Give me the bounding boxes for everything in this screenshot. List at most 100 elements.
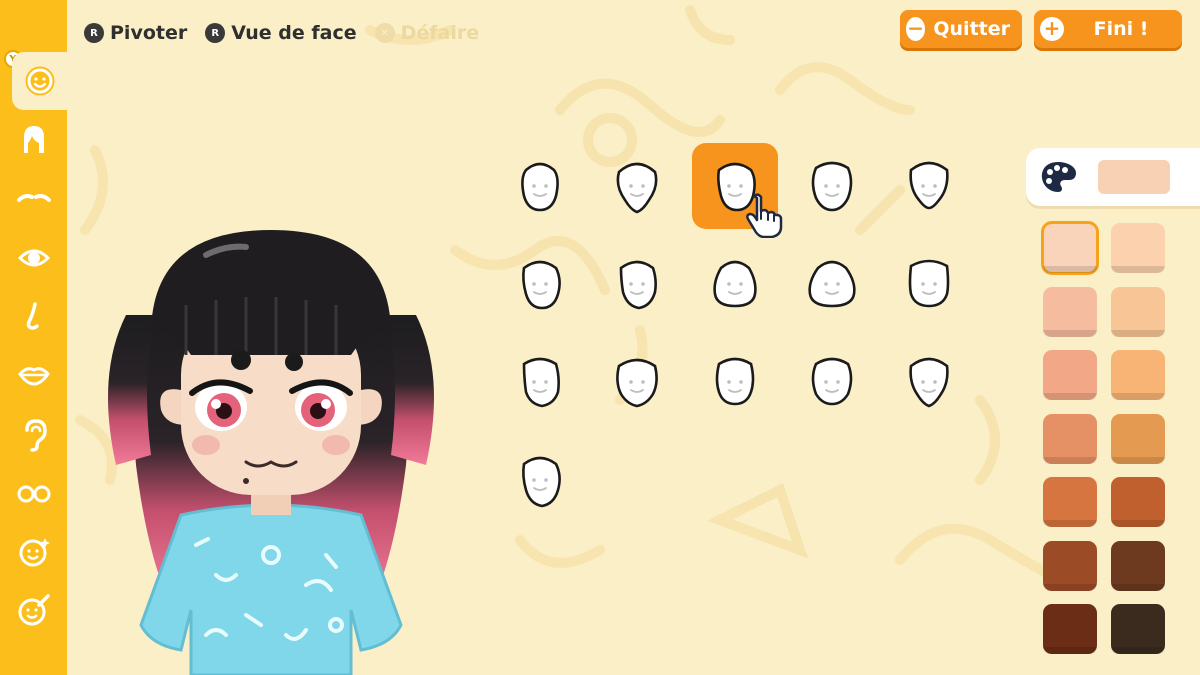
face-shape-option[interactable] (594, 143, 680, 229)
mii-avatar-preview (108, 230, 434, 675)
done-label: Fini ! (1093, 18, 1149, 40)
skin-color-swatch[interactable] (1043, 286, 1097, 337)
skin-color-swatch[interactable] (1111, 477, 1165, 527)
face-shape-option[interactable] (497, 143, 583, 229)
nose-icon (26, 302, 39, 330)
face-shape-option[interactable] (789, 339, 875, 425)
face-shape-icon (909, 161, 949, 210)
sidebar-item-ears[interactable] (6, 410, 62, 460)
skin-color-swatch[interactable] (1043, 604, 1097, 654)
face-shape-option[interactable] (497, 241, 583, 327)
face-shape-option[interactable] (692, 339, 778, 425)
swatch-shade (1043, 520, 1097, 527)
swatch-shade (1111, 520, 1165, 527)
skin-color-swatch[interactable] (1111, 413, 1165, 464)
makeup-icon (19, 538, 50, 567)
swatch-shade (1111, 393, 1165, 400)
done-button[interactable]: + Fini ! (1034, 10, 1182, 48)
face-shape-icon (616, 358, 658, 408)
rotate-hint[interactable]: R Pivoter (84, 22, 187, 44)
ear-icon (25, 419, 47, 452)
swatch-shade (1043, 647, 1097, 654)
category-sidebar: Y (0, 0, 67, 675)
face-shape-icon (811, 161, 853, 212)
current-color-preview (1096, 158, 1172, 196)
swatch-shade (1111, 456, 1165, 464)
plus-icon: + (1040, 17, 1064, 41)
face-shape-option[interactable] (497, 437, 583, 523)
face-shape-option[interactable] (497, 339, 583, 425)
sidebar-item-face-paint[interactable] (6, 585, 62, 635)
swatch-shade (1111, 329, 1165, 337)
face-shape-option[interactable] (692, 241, 778, 327)
face-shape-icon (715, 357, 755, 406)
face-shape-icon (616, 162, 658, 214)
face-shape-icon (909, 357, 949, 408)
face-paint-icon (18, 594, 50, 626)
eye-icon (17, 249, 51, 267)
sidebar-item-eyebrows[interactable] (6, 172, 62, 222)
swatch-shade (1043, 393, 1097, 400)
face-shape-option[interactable] (886, 241, 972, 327)
palette-icon (1041, 162, 1076, 192)
mouth-icon (18, 367, 50, 386)
quit-button[interactable]: − Quitter (900, 10, 1022, 48)
face-shape-icon (522, 260, 561, 310)
undo-label: Défaire (400, 22, 480, 44)
sidebar-item-mouth[interactable] (6, 350, 62, 400)
swatch-shade (1043, 456, 1097, 464)
rotate-label: Pivoter (110, 22, 188, 44)
swatch-shade (1043, 583, 1097, 591)
x-button-icon: ✕ (374, 23, 395, 43)
face-shape-option[interactable] (886, 143, 972, 229)
sidebar-item-eyes[interactable] (6, 233, 62, 283)
skin-color-swatch[interactable] (1111, 223, 1165, 273)
front-view-label: Vue de face (231, 22, 357, 44)
face-shape-option[interactable] (594, 241, 680, 327)
face-shape-icon (25, 66, 54, 96)
skin-color-swatch[interactable] (1111, 350, 1165, 400)
skin-color-swatch[interactable] (1111, 540, 1165, 591)
color-picker-header[interactable] (1026, 148, 1200, 206)
face-shape-icon (521, 162, 559, 212)
minus-icon: − (906, 16, 926, 41)
face-shape-icon (619, 260, 657, 310)
skin-color-swatch[interactable] (1043, 477, 1097, 527)
undo-hint: ✕ Défaire (374, 22, 480, 44)
skin-color-swatch[interactable] (1111, 604, 1165, 654)
sidebar-item-makeup[interactable] (6, 527, 62, 577)
face-shape-icon (522, 456, 561, 508)
sidebar-item-hair[interactable] (6, 115, 62, 165)
face-shape-icon (808, 260, 856, 308)
swatch-shade (1043, 329, 1097, 337)
right-stick-icon: R (84, 23, 104, 43)
skin-color-swatch[interactable] (1043, 350, 1097, 400)
face-shape-option[interactable] (789, 241, 875, 327)
swatch-shade (1111, 266, 1165, 273)
face-shape-icon (522, 357, 560, 408)
eyebrows-icon (17, 194, 51, 202)
skin-color-swatch[interactable] (1043, 413, 1097, 464)
glasses-icon (17, 485, 51, 503)
sidebar-item-nose[interactable] (6, 292, 62, 342)
sidebar-item-face-shape[interactable] (12, 52, 67, 110)
front-view-hint[interactable]: R Vue de face (205, 22, 357, 44)
pointer-hand-cursor (746, 193, 783, 238)
swatch-shade (1043, 266, 1097, 273)
skin-color-swatch[interactable] (1043, 540, 1097, 591)
face-shape-icon (811, 357, 853, 406)
sidebar-item-glasses[interactable] (6, 468, 62, 518)
face-shape-option[interactable] (789, 143, 875, 229)
quit-label: Quitter (933, 18, 1010, 40)
face-shape-option[interactable] (594, 339, 680, 425)
skin-color-swatch[interactable] (1111, 286, 1165, 337)
face-shape-icon (713, 260, 757, 308)
face-shape-option[interactable] (886, 339, 972, 425)
swatch-shade (1111, 583, 1165, 591)
skin-color-swatch[interactable] (1041, 221, 1099, 275)
swatch-shade (1111, 647, 1165, 654)
hair-icon (24, 126, 44, 153)
face-shape-icon (908, 259, 950, 308)
right-stick-press-icon: R (205, 23, 226, 43)
control-hints: R Pivoter R Vue de face ✕ Défaire (84, 20, 479, 46)
